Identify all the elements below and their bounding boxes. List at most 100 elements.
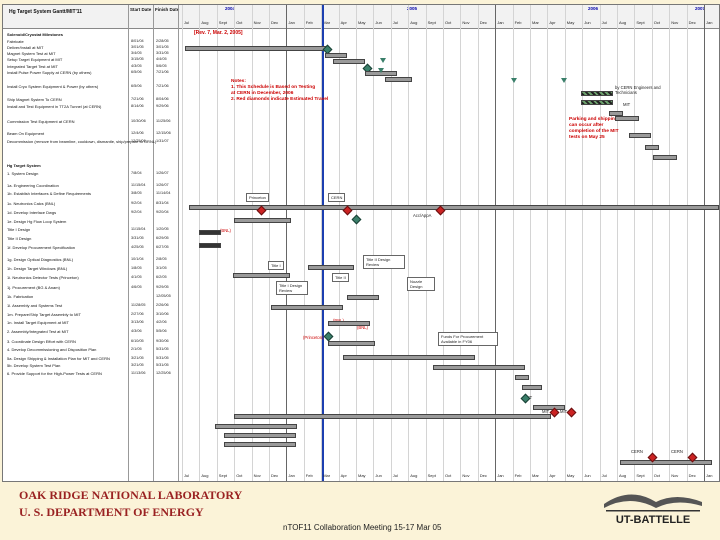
task-finish-date: 8/04/06 xyxy=(156,97,169,101)
year-label: 2006 xyxy=(588,6,599,11)
gantt-header: Hg Target System Gantt/MIT'11 Start Date… xyxy=(3,5,719,29)
task-name: Ship Magnet System To CERN xyxy=(7,97,62,102)
task-start-date: 7/8/04 xyxy=(131,171,142,175)
task-bar xyxy=(185,46,327,51)
task-bar xyxy=(620,460,712,465)
task-finish-date: 3/01/05 xyxy=(156,45,169,49)
month-gridline xyxy=(634,5,636,481)
month-label: Nov xyxy=(671,473,679,478)
task-name: 6. Provide Support for the High-Power Te… xyxy=(7,371,102,376)
month-label: Aug xyxy=(619,20,627,25)
task-start-date: 6/5/06 xyxy=(131,70,142,74)
month-label: May xyxy=(566,473,575,478)
task-finish-date: 1/31/07 xyxy=(156,139,169,143)
task-start-date: 11/15/04 xyxy=(131,183,146,187)
travel-diamond xyxy=(566,407,577,418)
task-name: 4. Develop Decommissioning and Dispositi… xyxy=(7,347,97,352)
task-bar xyxy=(333,59,365,64)
month-label: Dec xyxy=(479,20,487,25)
task-name: Title I Design xyxy=(7,227,31,232)
month-label: Dec xyxy=(479,473,487,478)
task-name: Integrated Target Test at MIT xyxy=(7,64,58,69)
gantt-chart: Hg Target System Gantt/MIT'11 Start Date… xyxy=(2,4,720,482)
title1-review-label: Title I Design Review xyxy=(276,281,308,295)
task-start-date: 3/21/05 xyxy=(131,356,144,360)
schedule-notes: Notes: 1. This Schedule is Based on Test… xyxy=(231,79,329,102)
task-bar xyxy=(522,385,542,390)
month-label: Mar xyxy=(323,20,331,25)
mit-label: MIT xyxy=(623,102,631,107)
task-start-date: 4/25/05 xyxy=(131,245,144,249)
month-gridline xyxy=(356,5,357,481)
month-gridline xyxy=(495,5,497,481)
task-bar xyxy=(645,145,659,150)
milestone-marker xyxy=(511,78,517,83)
task-finish-date: 7/21/06 xyxy=(156,70,169,74)
column-divider xyxy=(153,5,154,481)
task-name: Fabricate xyxy=(7,39,24,44)
month-gridline xyxy=(303,5,305,481)
month-label: Jan xyxy=(706,473,713,478)
task-finish-date: 6/2/05 xyxy=(156,275,167,279)
month-label: Apr xyxy=(549,473,556,478)
month-label: Dec xyxy=(271,20,279,25)
task-finish-date: 1/20/05 xyxy=(156,227,169,231)
task-name: 1m. Prepare/Ship Target Assembly to MIT xyxy=(7,312,81,317)
task-start-date: 2/1/05 xyxy=(131,347,142,351)
month-label: Sept xyxy=(636,20,645,25)
month-gridline xyxy=(582,5,584,481)
milestone-marker xyxy=(378,68,384,73)
task-bar xyxy=(533,405,565,410)
cern-label: CERN xyxy=(328,193,346,202)
task-bar xyxy=(308,265,354,270)
task-finish-date: 7/21/06 xyxy=(156,84,169,88)
task-finish-date: 1/26/07 xyxy=(156,183,169,187)
task-start-date: 3/13/06 xyxy=(131,320,144,324)
month-gridline xyxy=(599,5,601,481)
task-start-date: 8/01/04 xyxy=(131,39,144,43)
task-bar xyxy=(328,321,370,326)
month-gridline xyxy=(373,5,375,481)
month-label: Sept xyxy=(218,473,228,478)
task-start-date: 4/1/05 xyxy=(131,275,142,279)
logo-text: UT-BATTELLE xyxy=(616,514,690,526)
princeton-label: Princeton xyxy=(246,193,269,202)
month-gridline xyxy=(443,5,444,481)
task-finish-date: 6/29/05 xyxy=(156,236,169,240)
task-finish-date: 12/15/06 xyxy=(156,131,171,135)
month-label: May xyxy=(566,20,575,25)
task-start-date: 3/21/05 xyxy=(131,363,144,367)
month-gridline xyxy=(269,5,270,481)
task-bar xyxy=(199,230,221,235)
task-name: Install and Test Equipment in TT2A Tunne… xyxy=(7,104,102,109)
task-start-date: 2/27/06 xyxy=(131,312,144,316)
task-name: 1a. Engineering Coordination xyxy=(7,183,59,188)
month-label: Jan xyxy=(497,473,504,478)
task-name: Hg Target System xyxy=(7,163,41,168)
task-finish-date: 2/26/06 xyxy=(156,303,169,307)
task-finish-date: 4/2/06 xyxy=(156,320,167,324)
task-name: 1b. Establish Interfaces & Define Requir… xyxy=(7,191,92,196)
month-gridline xyxy=(651,5,653,481)
month-gridline xyxy=(617,5,618,481)
task-finish-date: 1/26/07 xyxy=(156,171,169,175)
task-name: Beam On Equipment xyxy=(7,131,45,136)
task-finish-date: 11/14/04 xyxy=(156,191,171,195)
month-gridline xyxy=(425,5,427,481)
month-label: Jul xyxy=(392,20,398,25)
column-divider xyxy=(178,5,179,481)
org-name: OAK RIDGE NATIONAL LABORATORY xyxy=(19,488,243,502)
task-start-date: 3/01/05 xyxy=(131,45,144,49)
task-finish-date: 9/20/04 xyxy=(156,210,169,214)
funds-label: Funds For Procurement Available in FY06 xyxy=(438,332,498,346)
month-gridline xyxy=(182,5,183,481)
month-label: Nov xyxy=(462,20,470,25)
task-name: Solenoid/Cryostat Milestones xyxy=(7,32,64,37)
month-label: Oct xyxy=(445,20,452,25)
task-bar xyxy=(224,442,296,447)
cern-label: CERN xyxy=(671,449,683,454)
task-start-date: 4/3/06 xyxy=(131,329,142,333)
task-finish-date: 2/8/05 xyxy=(156,257,167,261)
task-bar xyxy=(581,100,613,105)
task-name: 2. Assembly/Integrated Test at MIT xyxy=(7,329,69,334)
